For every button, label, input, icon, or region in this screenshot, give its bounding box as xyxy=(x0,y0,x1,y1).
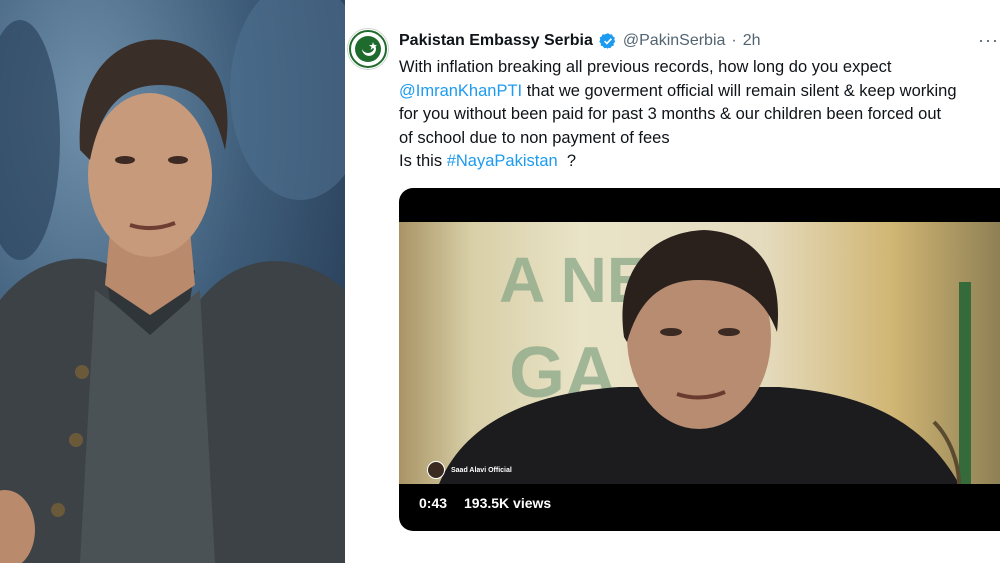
video-view-count: 193.5K views xyxy=(464,495,552,511)
video-frame: A NE GA NA xyxy=(399,222,1000,484)
video-watermark: Saad Alavi Official xyxy=(427,460,512,480)
portrait-photo xyxy=(0,0,345,563)
line-5-suffix: ? xyxy=(557,152,577,170)
tweet-timestamp[interactable]: 2h xyxy=(743,32,761,50)
tweet-line-2: @ImranKhanPTI that we goverment official… xyxy=(399,80,999,104)
video-player[interactable]: A NE GA NA Saad Alavi Official 0:43 193.… xyxy=(399,188,1000,531)
display-name[interactable]: Pakistan Embassy Serbia xyxy=(399,32,593,50)
embassy-logo-avatar[interactable] xyxy=(347,28,389,70)
tweet-line-3: for you without been paid for past 3 mon… xyxy=(399,105,942,123)
verified-badge-icon xyxy=(599,32,617,50)
line-5-prefix: Is this xyxy=(399,152,447,170)
mention-link[interactable]: @ImranKhanPTI xyxy=(399,82,522,100)
hashtag-link[interactable]: #NayaPakistan xyxy=(447,152,558,170)
separator-dot: · xyxy=(731,32,737,49)
video-duration: 0:43 xyxy=(419,495,448,511)
tweet-line-5: Is this #NayaPakistan ? xyxy=(399,150,999,174)
tweet-header: Pakistan Embassy Serbia @PakinSerbia · 2… xyxy=(399,30,761,52)
tweet-line-1: With inflation breaking all previous rec… xyxy=(399,58,892,76)
tweet-text: With inflation breaking all previous rec… xyxy=(399,56,999,174)
watermark-text: Saad Alavi Official xyxy=(451,466,512,474)
watermark-avatar xyxy=(427,461,445,479)
tweet-line-2-text: that we goverment official will remain s… xyxy=(522,81,957,100)
account-handle[interactable]: @PakinSerbia xyxy=(623,32,726,50)
tweet-line-4: of school due to non payment of fees xyxy=(399,128,670,147)
more-options-icon[interactable]: ··· xyxy=(978,30,999,51)
